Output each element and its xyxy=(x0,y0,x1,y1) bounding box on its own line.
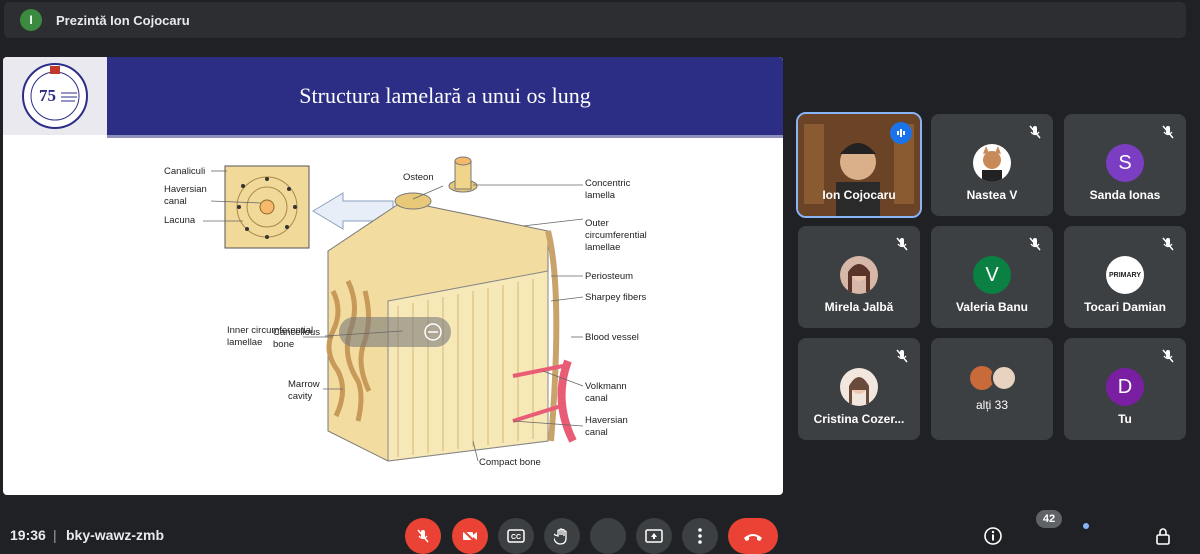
label-concentric-2: lamella xyxy=(585,190,616,201)
present-screen-icon xyxy=(645,529,663,543)
more-options-button[interactable] xyxy=(682,518,718,554)
present-now-button[interactable] xyxy=(636,518,672,554)
phone-hangup-icon xyxy=(744,534,762,541)
participant-tile-mirela-jalba[interactable]: Mirela Jalbă xyxy=(798,226,920,328)
camera-off-icon xyxy=(462,529,477,544)
presenting-label: Prezintă Ion Cojocaru xyxy=(56,12,190,28)
label-inner-2: lamellae xyxy=(227,337,262,348)
label-haversian-2: canal xyxy=(164,196,187,207)
avatar xyxy=(840,256,878,294)
participant-name: Tocari Damian xyxy=(1084,300,1166,314)
shared-slide: 75 Structura lamelară a unui os lung Can… xyxy=(3,57,783,495)
label-sharpey: Sharpey fibers xyxy=(585,292,647,303)
avatar: D xyxy=(1106,368,1144,406)
mic-off-icon xyxy=(896,237,908,251)
mic-off-icon xyxy=(417,529,429,543)
mic-off-icon xyxy=(1162,125,1174,139)
participant-name: Valeria Banu xyxy=(955,300,1029,314)
label-blood-vessel: Blood vessel xyxy=(585,332,639,343)
effects-button[interactable] xyxy=(590,518,626,554)
slide-header: 75 Structura lamelară a unui os lung xyxy=(3,57,783,138)
label-lacuna: Lacuna xyxy=(164,215,196,226)
people-count-badge[interactable]: 42 xyxy=(1036,510,1062,528)
avatar xyxy=(973,144,1011,182)
label-concentric-1: Concentric xyxy=(585,178,631,189)
label-volkmann-1: Volkmann xyxy=(585,381,627,392)
label-haversian-1: Haversian xyxy=(164,184,207,195)
hand-icon xyxy=(554,528,567,545)
participant-tile-ion-cojocaru[interactable]: Ion Cojocaru xyxy=(796,112,922,218)
participant-name: Nastea V xyxy=(966,188,1018,202)
participant-tile-self[interactable]: D Tu xyxy=(1064,338,1186,440)
mic-off-icon xyxy=(1029,237,1041,251)
others-count: alți 33 xyxy=(975,398,1009,412)
speaking-indicator-icon xyxy=(890,122,912,144)
avatar: PRIMARY xyxy=(1106,256,1144,294)
lock-icon xyxy=(1156,528,1170,545)
label-periosteum: Periosteum xyxy=(585,271,633,282)
separator: | xyxy=(53,527,57,543)
logo-number: 75 xyxy=(39,86,56,105)
more-vert-icon xyxy=(698,528,702,544)
camera-toggle-button[interactable] xyxy=(452,518,488,554)
slide-title-band: Structura lamelară a unui os lung xyxy=(107,57,783,135)
label-outer-3: lamellae xyxy=(585,242,620,253)
presenter-avatar: I xyxy=(20,9,42,31)
info-icon xyxy=(984,527,1002,545)
raise-hand-button[interactable] xyxy=(544,518,580,554)
label-haversian-b-2: canal xyxy=(585,427,608,438)
bone-diagram: Canaliculi Haversian canal Lacuna Osteon… xyxy=(3,141,783,495)
participant-tile-tocari-damian[interactable]: PRIMARY Tocari Damian xyxy=(1064,226,1186,328)
avatar: S xyxy=(1106,144,1144,182)
avatar: V xyxy=(973,256,1011,294)
svg-text:CC: CC xyxy=(511,534,521,541)
avatar xyxy=(840,368,878,406)
participant-tile-sanda-ionas[interactable]: S Sanda Ionas xyxy=(1064,114,1186,216)
label-volkmann-2: canal xyxy=(585,393,608,404)
leave-call-button[interactable] xyxy=(728,518,778,554)
slide-title: Structura lamelară a unui os lung xyxy=(299,83,591,108)
mic-off-icon xyxy=(896,349,908,363)
participant-tile-valeria-banu[interactable]: V Valeria Banu xyxy=(931,226,1053,328)
group-avatars xyxy=(970,365,1017,391)
host-controls-button[interactable] xyxy=(1150,518,1176,554)
participant-tile-cristina-cozer[interactable]: Cristina Cozer... xyxy=(798,338,920,440)
participant-tile-nastea-v[interactable]: Nastea V xyxy=(931,114,1053,216)
slide-title-divider xyxy=(107,135,783,138)
label-cancellous-1: Cancellous xyxy=(273,327,320,338)
label-marrow-2: cavity xyxy=(288,391,313,402)
mic-toggle-button[interactable] xyxy=(405,518,441,554)
chat-notification-dot xyxy=(1083,523,1089,529)
label-marrow-1: Marrow xyxy=(288,379,320,390)
mic-off-icon xyxy=(1029,125,1041,139)
school-logo: 75 xyxy=(3,57,107,135)
label-outer-2: circumferential xyxy=(585,230,647,241)
participant-name: Cristina Cozer... xyxy=(813,412,905,426)
participant-name: Sanda Ionas xyxy=(1089,188,1161,202)
meeting-code: bky-wawz-zmb xyxy=(66,527,165,543)
participant-name: Ion Cojocaru xyxy=(822,188,896,202)
label-canaliculi: Canaliculi xyxy=(164,166,205,177)
label-cancellous-2: bone xyxy=(273,339,294,350)
label-compact-bone: Compact bone xyxy=(479,457,541,468)
captions-icon: CC xyxy=(507,529,525,543)
captions-button[interactable]: CC xyxy=(498,518,534,554)
label-osteon: Osteon xyxy=(403,172,434,183)
participant-tile-others[interactable]: alți 33 xyxy=(931,338,1053,440)
label-haversian-b-1: Haversian xyxy=(585,415,628,426)
participant-name: Tu xyxy=(1118,412,1132,426)
label-outer-1: Outer xyxy=(585,218,609,229)
participant-name: Mirela Jalbă xyxy=(824,300,894,314)
meeting-details-button[interactable] xyxy=(980,518,1006,554)
presenting-banner: I Prezintă Ion Cojocaru xyxy=(4,2,1186,38)
meeting-time: 19:36 xyxy=(10,527,46,543)
mic-off-icon xyxy=(1162,349,1174,363)
mic-off-icon xyxy=(1162,237,1174,251)
